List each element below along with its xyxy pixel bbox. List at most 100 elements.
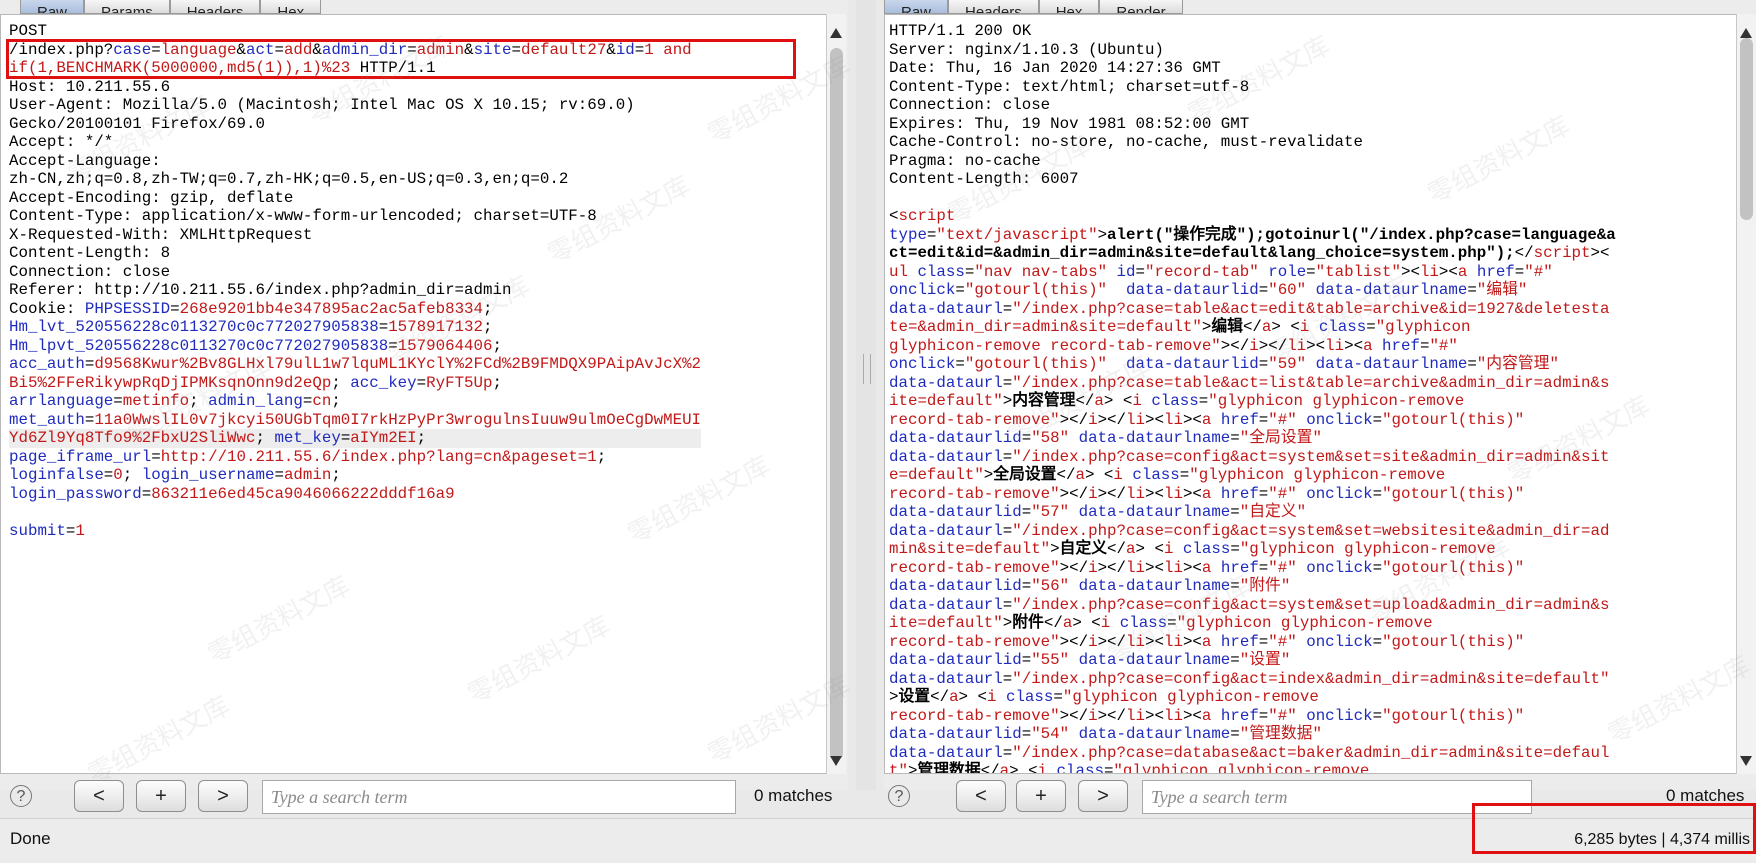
code-token: Host: 10.211.55.6 [9,77,171,96]
code-line[interactable]: login_password=863211e6ed45ca9046066222d… [9,485,701,504]
response-tab-raw[interactable]: Raw [884,0,949,14]
code-line[interactable]: record-tab-remove"></i></li><li><a href=… [889,559,1616,578]
request-scroll-thumb[interactable] [830,48,843,760]
splitter-grip-icon[interactable] [863,354,871,384]
code-line[interactable]: data-dataurlid="54" data-dataurlname="管理… [889,725,1616,744]
code-line[interactable]: record-tab-remove"></i></li><li><a href=… [889,411,1616,430]
code-line[interactable]: Content-Length: 8 [9,244,701,263]
code-line[interactable]: data-dataurl="/index.php?case=config&act… [889,596,1616,615]
code-line[interactable]: loginfalse=0; login_username=admin; [9,466,701,485]
scroll-up-icon[interactable] [1740,28,1752,38]
response-editor[interactable]: HTTP/1.1 200 OK Server: nginx/1.10.3 (Ubu… [884,14,1756,774]
code-line[interactable]: data-dataurlid="55" data-dataurlname="设置… [889,651,1616,670]
code-line[interactable]: Expires: Thu, 19 Nov 1981 08:52:00 GMT [889,115,1616,134]
response-scrollbar[interactable] [1736,14,1756,774]
code-line[interactable]: data-dataurl="/index.php?case=config&act… [889,522,1616,541]
pane-splitter[interactable] [856,0,876,790]
code-line[interactable]: glyphicon-remove record-tab-remove"></i>… [889,337,1616,356]
request-scrollbar[interactable] [826,14,846,774]
code-line[interactable]: Yd6Zl9Yq8Tfo9%2FbxU2SliWwc; met_key=aIYm… [9,429,702,448]
code-line[interactable]: ite=default">附件</a> <i class="glyphicon … [889,614,1616,633]
code-line[interactable]: X-Requested-With: XMLHttpRequest [9,226,701,245]
scroll-up-icon[interactable] [830,28,842,38]
code-line[interactable]: t">管理数据</a> <i class="glyphicon glyphico… [889,762,1616,773]
request-tab-headers[interactable]: Headers [169,0,261,14]
code-line[interactable]: Date: Thu, 16 Jan 2020 14:27:36 GMT [889,59,1616,78]
code-line[interactable]: Cookie: PHPSESSID=268e9201bb4e347895ac2a… [9,300,701,319]
code-token: > < [1135,540,1164,558]
code-line[interactable]: ite=default">内容管理</a> <i class="glyphico… [889,392,1616,411]
code-line[interactable]: min&site=default">自定义</a> <i class="glyp… [889,540,1616,559]
code-line[interactable]: Accept-Language: [9,152,701,171]
code-line[interactable]: record-tab-remove"></i></li><li><a href=… [889,633,1616,652]
code-line[interactable]: ul class="nav nav-tabs" id="record-tab" … [889,263,1616,282]
response-tab-headers[interactable]: Headers [948,0,1039,14]
request-editor[interactable]: POST/index.php?case=language&act=add&adm… [0,14,846,774]
response-tab-hex[interactable]: Hex [1038,0,1100,14]
code-line[interactable]: data-dataurlid="56" data-dataurlname="附件… [889,577,1616,596]
code-line[interactable]: Hm_lpvt_520556228c0113270c0c772027905838… [9,337,701,356]
code-line[interactable]: Gecko/20100101 Firefox/69.0 [9,115,701,134]
code-line[interactable]: Cache-Control: no-store, no-cache, must-… [889,133,1616,152]
response-code[interactable]: HTTP/1.1 200 OK Server: nginx/1.10.3 (Ubu… [889,22,1616,773]
code-line[interactable]: arrlanguage=metinfo; admin_lang=cn; [9,392,701,411]
request-tab-hex[interactable]: Hex [260,0,322,14]
code-line[interactable]: Server: nginx/1.10.3 (Ubuntu) [889,41,1616,60]
code-line[interactable]: record-tab-remove"></i></li><li><a href=… [889,485,1616,504]
request-add-button[interactable]: + [136,780,186,812]
code-line[interactable]: submit=1 [9,522,701,541]
code-line[interactable]: page_iframe_url=http://10.211.55.6/index… [9,448,701,467]
request-next-button[interactable]: > [198,780,248,812]
code-line[interactable]: te=&admin_dir=admin&site=default">编辑</a>… [889,318,1616,337]
code-line[interactable]: HTTP/1.1 200 OK [889,22,1616,41]
response-tab-render[interactable]: Render [1099,0,1183,14]
code-line[interactable]: Referer: http://10.211.55.6/index.php?ad… [9,281,701,300]
code-line[interactable]: Accept: */* [9,133,701,152]
help-icon[interactable]: ? [10,785,32,807]
code-line[interactable]: Connection: close [9,263,701,282]
code-line[interactable]: POST [9,22,701,41]
scroll-down-icon[interactable] [830,756,842,766]
code-line[interactable]: met_auth=11a0WwslIL0v7jkcyi50UGbTqm0I7rk… [9,411,701,430]
response-prev-button[interactable]: < [956,780,1006,812]
code-line[interactable]: data-dataurlid="58" data-dataurlname="全局… [889,429,1616,448]
request-code[interactable]: POST/index.php?case=language&act=add&adm… [9,22,702,541]
code-line[interactable]: onclick="gotourl(this)" data-dataurlid="… [889,281,1616,300]
code-line[interactable]: data-dataurlid="57" data-dataurlname="自定… [889,503,1616,522]
code-line[interactable]: onclick="gotourl(this)" data-dataurlid="… [889,355,1616,374]
request-prev-button[interactable]: < [74,780,124,812]
code-line[interactable]: Pragma: no-cache [889,152,1616,171]
request-search-input[interactable]: Type a search term [262,780,736,814]
response-add-button[interactable]: + [1016,780,1066,812]
code-line[interactable]: ct=edit&id=&admin_dir=admin&site=default… [889,244,1616,263]
code-line[interactable]: Hm_lvt_520556228c0113270c0c772027905838=… [9,318,701,337]
code-line[interactable] [9,503,701,522]
code-line[interactable] [889,189,1616,208]
request-tab-params[interactable]: Params [84,0,170,14]
code-line[interactable]: zh-CN,zh;q=0.8,zh-TW;q=0.7,zh-HK;q=0.5,e… [9,170,701,189]
code-line[interactable]: Content-Length: 6007 [889,170,1616,189]
code-line[interactable]: User-Agent: Mozilla/5.0 (Macintosh; Inte… [9,96,701,115]
response-scroll-thumb[interactable] [1740,38,1753,220]
code-line[interactable]: Connection: close [889,96,1616,115]
code-line[interactable]: record-tab-remove"></i></li><li><a href=… [889,707,1616,726]
help-icon[interactable]: ? [888,785,910,807]
request-tab-raw[interactable]: Raw [20,0,85,14]
code-line[interactable]: Bi5%2FFeRikywpRqDjIPMKsqnOnn9d2eQp; acc_… [9,374,701,393]
code-line[interactable]: Accept-Encoding: gzip, deflate [9,189,701,208]
code-line[interactable]: data-dataurl="/index.php?case=table&act=… [889,374,1616,393]
code-line[interactable]: >设置</a> <i class="glyphicon glyphicon-re… [889,688,1616,707]
response-next-button[interactable]: > [1078,780,1128,812]
scroll-down-icon[interactable] [1740,756,1752,766]
code-line[interactable]: data-dataurl="/index.php?case=config&act… [889,670,1616,689]
code-line[interactable]: Host: 10.211.55.6 [9,78,701,97]
code-line[interactable]: data-dataurl="/index.php?case=table&act=… [889,300,1616,319]
code-line[interactable]: e=default">全局设置</a> <i class="glyphicon … [889,466,1616,485]
code-line[interactable]: Content-Type: text/html; charset=utf-8 [889,78,1616,97]
code-line[interactable]: data-dataurl="/index.php?case=config&act… [889,448,1616,467]
code-line[interactable]: data-dataurl="/index.php?case=database&a… [889,744,1616,763]
code-line[interactable]: acc_auth=d9568Kwur%2Bv8GLHxl79ulL1w7lquM… [9,355,701,374]
code-line[interactable]: <script [889,207,1616,226]
code-line[interactable]: type="text/javascript">alert("操作完成");got… [889,226,1616,245]
code-line[interactable]: Content-Type: application/x-www-form-url… [9,207,701,226]
